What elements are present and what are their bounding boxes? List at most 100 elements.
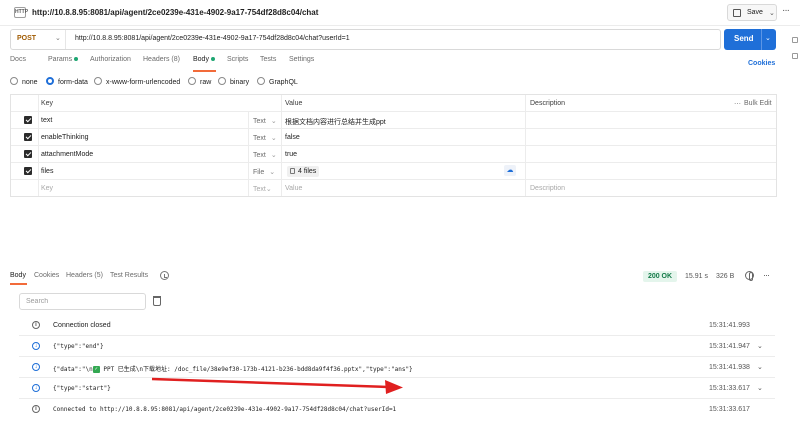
tab-settings[interactable]: Settings — [289, 56, 314, 63]
right-sidebar — [790, 35, 800, 75]
status-badge: 200 OK — [643, 271, 677, 282]
arrow-down-icon: ↓ — [32, 384, 40, 392]
arrow-shaft — [151, 377, 389, 389]
table-row: enableThinking Text ⌄ false — [11, 129, 776, 146]
radio-none[interactable]: none — [10, 77, 38, 86]
trash-icon[interactable] — [153, 296, 161, 306]
cookies-link[interactable]: Cookies — [748, 60, 775, 67]
globe-icon[interactable] — [745, 271, 754, 281]
tab-body[interactable]: Body — [193, 56, 215, 63]
more-options-icon[interactable]: ⋯ — [734, 100, 741, 108]
type-select[interactable]: Text⌄ — [248, 112, 281, 128]
key-cell[interactable]: text — [38, 112, 248, 128]
info-icon: i — [32, 321, 40, 329]
chevron-down-icon[interactable]: ⌄ — [757, 342, 763, 350]
row-checkbox[interactable] — [24, 150, 32, 158]
message-timestamp: 15:31:41.993 — [709, 322, 750, 329]
message-row[interactable]: ↓ {"type":"end"} 15:31:41.947 ⌄ — [19, 336, 775, 357]
tab-authorization[interactable]: Authorization — [90, 56, 131, 63]
resp-tab-headers[interactable]: Headers (5) — [66, 272, 103, 279]
status-dot — [210, 57, 215, 62]
message-row[interactable]: i Connected to http://10.8.8.95:8081/api… — [19, 399, 775, 420]
more-options-icon[interactable]: ··· — [763, 270, 770, 280]
type-select[interactable]: Text⌄ — [248, 180, 281, 196]
radio-graphql[interactable]: GraphQL — [257, 77, 298, 86]
form-data-table: Key Value Description ⋯ Bulk Edit text T… — [10, 94, 777, 197]
send-button[interactable]: Send ⌄ — [724, 29, 776, 50]
key-input[interactable]: Key — [38, 180, 248, 196]
radio-circle — [46, 77, 54, 85]
radio-circle — [188, 77, 196, 85]
tab-params[interactable]: Params — [48, 56, 79, 63]
table-row: text Text ⌄ 根据文档内容进行总结并生成ppt — [11, 112, 776, 129]
description-cell[interactable] — [525, 129, 776, 145]
upload-cloud-icon[interactable]: ☁ — [504, 165, 516, 176]
request-title[interactable]: http://10.8.8.95:8081/api/agent/2ce0239e… — [32, 8, 318, 17]
code-icon[interactable] — [792, 37, 798, 43]
value-input[interactable]: Value — [281, 180, 525, 196]
value-cell[interactable]: true — [281, 146, 525, 162]
row-checkbox[interactable] — [24, 167, 32, 175]
resp-tab-cookies[interactable]: Cookies — [34, 272, 59, 279]
more-options-icon[interactable]: ··· — [782, 5, 790, 16]
tab-docs[interactable]: Docs — [10, 56, 26, 63]
header-value: Value — [281, 95, 525, 111]
table-row: attachmentMode Text ⌄ true — [11, 146, 776, 163]
key-cell[interactable]: files — [38, 163, 248, 179]
description-input[interactable]: Description — [525, 180, 776, 196]
files-chip[interactable]: 4 files — [287, 166, 320, 177]
chevron-down-icon: ⌄ — [55, 35, 61, 42]
type-select[interactable]: Text⌄ — [248, 146, 281, 162]
description-cell[interactable] — [525, 112, 776, 128]
description-cell[interactable] — [525, 146, 776, 162]
resp-tab-test-results[interactable]: Test Results — [110, 272, 148, 279]
method-select[interactable]: POST ⌄ — [11, 30, 66, 49]
status-dot — [74, 57, 79, 62]
history-icon[interactable] — [160, 271, 169, 280]
tab-headers[interactable]: Headers (8) — [143, 56, 180, 63]
header-check-cell — [11, 95, 38, 111]
value-cell[interactable]: 根据文档内容进行总结并生成ppt — [281, 112, 525, 128]
message-row[interactable]: i Connection closed 15:31:41.993 — [19, 315, 775, 336]
save-button[interactable]: Save ⌄ — [727, 4, 777, 21]
chevron-down-icon[interactable]: ⌄ — [757, 384, 763, 392]
type-select[interactable]: File ⌄ — [248, 163, 281, 179]
url-bar: POST ⌄ http://10.8.8.95:8081/api/agent/2… — [10, 29, 721, 50]
radio-circle — [218, 77, 226, 85]
row-checkbox[interactable] — [24, 116, 32, 124]
annotation-arrow — [151, 377, 403, 394]
bulk-edit-link[interactable]: Bulk Edit — [744, 100, 772, 107]
active-tab-indicator — [193, 70, 216, 72]
key-cell[interactable]: attachmentMode — [38, 146, 248, 162]
description-cell[interactable] — [525, 163, 776, 179]
radio-urlencoded[interactable]: x-www-form-urlencoded — [94, 77, 180, 86]
row-checkbox[interactable] — [24, 133, 32, 141]
table-header-row: Key Value Description ⋯ Bulk Edit — [11, 95, 776, 112]
radio-form-data[interactable]: form-data — [46, 77, 88, 86]
search-input[interactable] — [20, 294, 140, 309]
key-cell[interactable]: enableThinking — [38, 129, 248, 145]
active-tab-indicator — [10, 283, 27, 285]
message-text: {"type":"start"} — [53, 385, 111, 392]
chevron-down-icon[interactable]: ⌄ — [765, 34, 771, 42]
message-timestamp: 15:31:33.617 — [709, 406, 750, 413]
chevron-down-icon[interactable]: ⌄ — [769, 9, 775, 17]
message-timestamp: 15:31:41.947 — [709, 343, 750, 350]
value-cell[interactable]: 4 files ☁ — [281, 163, 525, 179]
radio-raw[interactable]: raw — [188, 77, 211, 86]
method-label: POST — [17, 35, 37, 42]
send-label: Send — [734, 34, 754, 43]
message-search — [19, 293, 146, 310]
tab-scripts[interactable]: Scripts — [227, 56, 248, 63]
radio-binary[interactable]: binary — [218, 77, 249, 86]
chevron-down-icon[interactable]: ⌄ — [757, 363, 763, 371]
url-input[interactable]: http://10.8.8.95:8081/api/agent/2ce0239e… — [75, 35, 350, 42]
info-panel-icon[interactable] — [792, 53, 798, 59]
value-cell[interactable]: false — [281, 129, 525, 145]
save-label: Save — [747, 9, 763, 16]
tab-tests[interactable]: Tests — [260, 56, 276, 63]
resp-tab-body[interactable]: Body — [10, 272, 26, 279]
type-select[interactable]: Text⌄ — [248, 129, 281, 145]
message-text: Connection closed — [53, 322, 111, 329]
arrow-down-icon: ↓ — [32, 363, 40, 371]
